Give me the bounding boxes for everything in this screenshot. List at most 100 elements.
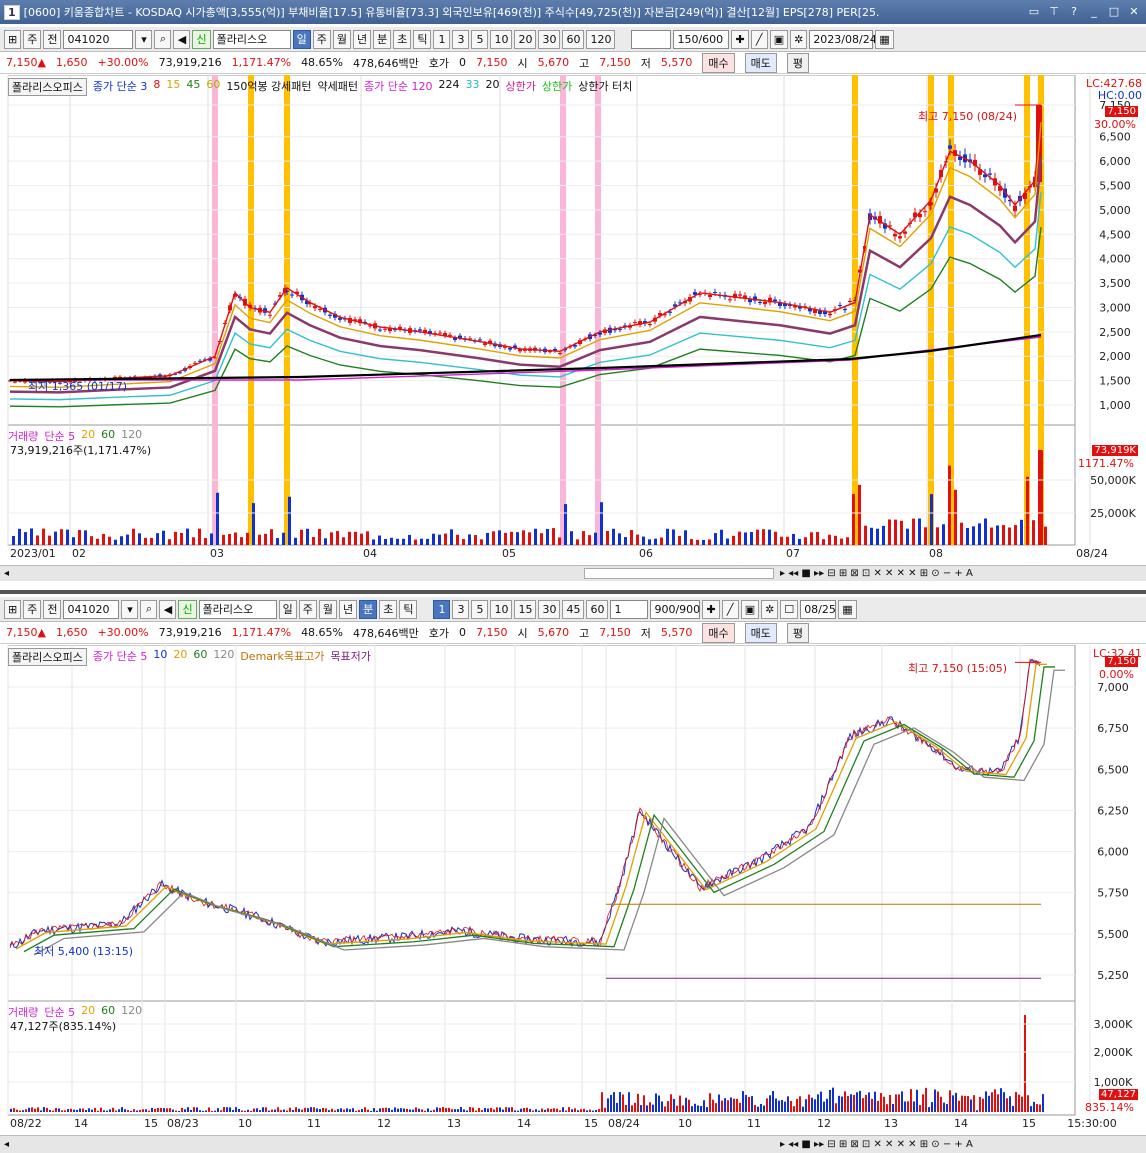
amount-2: 478,646백만 — [353, 626, 419, 640]
line-tool-icon[interactable]: ╱ — [750, 29, 768, 49]
date-input[interactable]: 2023/08/24 — [809, 29, 877, 49]
crosshair-icon[interactable]: ✚ — [731, 29, 749, 49]
prev-button-2[interactable]: 전 — [43, 599, 62, 619]
code-input[interactable]: 041020 — [63, 29, 134, 49]
gear-icon[interactable]: ✲ — [790, 29, 808, 49]
volume-bar-2 — [670, 1094, 672, 1112]
date-input-2[interactable]: 08/25 — [800, 599, 837, 619]
gear-icon-2[interactable]: ✲ — [761, 599, 779, 619]
close-icon[interactable]: ✕ — [1126, 3, 1142, 19]
interval-60[interactable]: 60 — [562, 29, 585, 49]
candle-body — [948, 145, 952, 149]
period-year[interactable]: 년 — [352, 29, 372, 49]
calendar-icon-2[interactable]: ▦ — [838, 599, 857, 619]
scroll-thumb[interactable] — [584, 568, 774, 579]
minimize-icon[interactable]: _ — [1086, 3, 1102, 19]
code-input-2[interactable]: 041020 — [63, 599, 120, 619]
period-month[interactable]: 월 — [332, 29, 351, 49]
maximize-icon[interactable]: □ — [1106, 3, 1122, 19]
flat-button-2[interactable]: 평 — [786, 622, 809, 643]
interval-5[interactable]: 5 — [471, 29, 489, 49]
flat-button[interactable]: 평 — [786, 52, 809, 73]
period-minute[interactable]: 분 — [373, 29, 392, 49]
volume-bar-2 — [334, 1110, 336, 1112]
line-tool-icon-2[interactable]: ╱ — [721, 599, 739, 619]
interval-3-2[interactable]: 3 — [452, 599, 470, 619]
volume-bar — [534, 528, 537, 545]
candle-body — [328, 314, 332, 316]
interval-input[interactable] — [631, 29, 672, 49]
volume-bar — [552, 528, 555, 545]
volume-bar-2 — [934, 1089, 936, 1112]
interval-input-2[interactable]: 1 — [610, 599, 649, 619]
scroll-left-icon[interactable]: ◂ — [4, 568, 9, 579]
interval-60-2[interactable]: 60 — [586, 599, 609, 619]
volume-bar-2 — [958, 1100, 960, 1112]
interval-45-2[interactable]: 45 — [562, 599, 585, 619]
prev-button[interactable]: 전 — [43, 29, 62, 49]
period-tick-2[interactable]: 틱 — [399, 599, 418, 619]
help-icon[interactable]: ? — [1066, 3, 1082, 19]
period-year-2[interactable]: 년 — [338, 599, 358, 619]
period-second-2[interactable]: 초 — [379, 599, 398, 619]
crosshair-icon-2[interactable]: ✚ — [702, 599, 720, 619]
bottom-chart[interactable]: 7,000 6,750 6,500 6,250 6,000 5,750 5,500 5,250… — [0, 645, 1146, 1135]
period-minute-2[interactable]: 분 — [359, 599, 378, 619]
buy-button[interactable]: 매수 — [702, 52, 735, 73]
volume-bar-2 — [442, 1107, 444, 1112]
top-chart[interactable]: 7,150 6,500 6,000 5,500 5,000 4,500 4,000 3,500… — [0, 75, 1146, 565]
period-day-2[interactable]: 일 — [278, 599, 297, 619]
save-icon[interactable]: ▣ — [769, 29, 789, 49]
volume-bar-2 — [376, 1110, 378, 1112]
settings-icon-2[interactable]: ⊞ — [4, 599, 22, 619]
volume-bar-2 — [811, 1097, 813, 1112]
bottom-scrollbar[interactable]: ◂ ▸ ◂◂ ■ ▸▸ ⊟ ⊞ ⊠ ⊡ ✕ ✕ ✕ ✕ ⊞ ⊙ − + A — [0, 1135, 1146, 1153]
interval-20[interactable]: 20 — [514, 29, 537, 49]
sell-button-2[interactable]: 매도 — [744, 622, 777, 643]
buy-button-2[interactable]: 매수 — [702, 622, 735, 643]
search-icon-2[interactable]: ⌕ — [140, 599, 158, 619]
volume-bar-2 — [871, 1098, 873, 1112]
volume-bar-2 — [877, 1100, 879, 1112]
type-select-2[interactable]: 주 — [23, 599, 42, 619]
interval-1-2[interactable]: 1 — [433, 599, 451, 619]
interval-1[interactable]: 1 — [433, 29, 451, 49]
interval-15-2[interactable]: 15 — [514, 599, 537, 619]
period-week-2[interactable]: 주 — [298, 599, 317, 619]
volume-bar — [618, 533, 621, 545]
speaker-icon[interactable]: ◀ — [173, 29, 191, 49]
chevron-down-icon[interactable]: ▾ — [135, 29, 153, 49]
period-second[interactable]: 초 — [393, 29, 412, 49]
interval-3[interactable]: 3 — [452, 29, 470, 49]
period-tick[interactable]: 틱 — [413, 29, 432, 49]
period-day[interactable]: 일 — [292, 29, 311, 49]
type-select[interactable]: 주 — [23, 29, 42, 49]
period-week[interactable]: 주 — [312, 29, 331, 49]
calendar-icon[interactable]: ▦ — [875, 29, 894, 49]
count-input[interactable]: 150/600 — [673, 29, 730, 49]
scroll-left-icon-2[interactable]: ◂ — [4, 1139, 9, 1150]
save-icon-2[interactable]: ▣ — [740, 599, 760, 619]
nav-buttons-2[interactable]: ▸ ◂◂ ■ ▸▸ ⊟ ⊞ ⊠ ⊡ ✕ ✕ ✕ ✕ ⊞ ⊙ − + A — [780, 1139, 973, 1150]
interval-10-2[interactable]: 10 — [490, 599, 513, 619]
volume-bar-2 — [574, 1108, 576, 1112]
settings-icon[interactable]: ⊞ — [4, 29, 22, 49]
search-icon[interactable]: ⌕ — [154, 29, 172, 49]
interval-30[interactable]: 30 — [538, 29, 561, 49]
panel-divider[interactable] — [0, 590, 1146, 594]
nav-buttons[interactable]: ▸ ◂◂ ■ ▸▸ ⊟ ⊞ ⊠ ⊡ ✕ ✕ ✕ ✕ ⊞ ⊙ − + A — [780, 568, 973, 579]
restore-icon[interactable]: ▭ — [1026, 3, 1042, 19]
speaker-icon-2[interactable]: ◀ — [159, 599, 177, 619]
top-scrollbar[interactable]: ◂ ▸ ◂◂ ■ ▸▸ ⊟ ⊞ ⊠ ⊡ ✕ ✕ ✕ ✕ ⊞ ⊙ − + A — [0, 565, 1146, 581]
count-input-2[interactable]: 900/900 — [650, 599, 701, 619]
interval-30-2[interactable]: 30 — [538, 599, 561, 619]
chevron-down-icon-2[interactable]: ▾ — [121, 599, 139, 619]
interval-10[interactable]: 10 — [490, 29, 513, 49]
checkbox[interactable]: ☐ — [780, 599, 799, 619]
pin-icon[interactable]: ⊤ — [1046, 3, 1062, 19]
interval-5-2[interactable]: 5 — [471, 599, 489, 619]
interval-120[interactable]: 120 — [586, 29, 616, 49]
period-month-2[interactable]: 월 — [318, 599, 337, 619]
sell-button[interactable]: 매도 — [744, 52, 777, 73]
volume-bar-2 — [169, 1108, 171, 1112]
